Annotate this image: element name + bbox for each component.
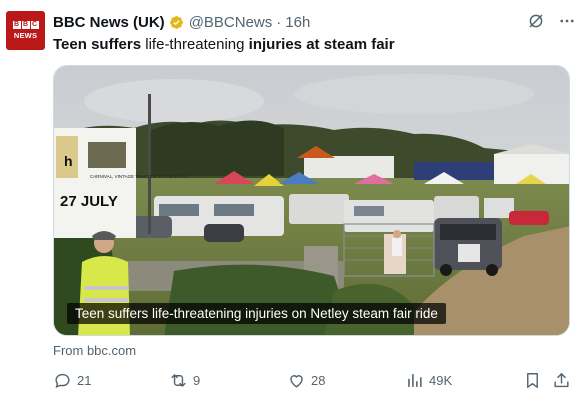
grok-icon[interactable] xyxy=(527,12,545,30)
tweet-text-part: life xyxy=(145,36,165,53)
tweet-text-part: Teen suffers xyxy=(53,36,146,53)
bookmark-button[interactable] xyxy=(523,371,547,390)
media-caption: Teen suffers life-threatening injuries o… xyxy=(67,303,446,324)
link-source[interactable]: From bbc.com xyxy=(53,343,136,358)
tweet-text-part: injuries at steam fair xyxy=(248,36,395,53)
like-button[interactable]: 28 xyxy=(287,371,325,390)
views-count: 49K xyxy=(429,373,453,388)
reply-button[interactable]: 21 xyxy=(53,371,91,390)
reply-count: 21 xyxy=(77,373,92,388)
tweet-media-image[interactable]: h CARNIVAL, VINTAGE TRACTOR STEAM RALLY … xyxy=(53,65,570,336)
more-options-icon[interactable] xyxy=(558,12,576,30)
logo-news-text: NEWS xyxy=(13,31,38,40)
retweet-button[interactable]: 9 xyxy=(169,371,200,390)
verified-badge-icon xyxy=(169,15,183,29)
author-name[interactable]: BBC News (UK) xyxy=(53,14,165,31)
author-handle[interactable]: @BBCNews xyxy=(189,14,273,31)
views-button[interactable]: 49K xyxy=(405,371,452,390)
heart-icon xyxy=(290,375,303,388)
reply-icon xyxy=(55,373,70,389)
sign-date-text: 27 JULY xyxy=(60,193,118,210)
share-button[interactable] xyxy=(552,371,576,390)
tweet-header: BBC News (UK) @BBCNews · 16h xyxy=(53,12,310,32)
tweet-actions: 21 9 28 49K xyxy=(53,371,573,391)
logo-letter: B xyxy=(21,21,30,29)
logo-letter: C xyxy=(30,21,39,29)
tweet-text-part: -threatening xyxy=(164,36,249,53)
retweet-count: 9 xyxy=(193,373,201,388)
logo-letter: B xyxy=(12,21,21,29)
sign-event-text: CARNIVAL, VINTAGE TRACTOR STEAM RALLY xyxy=(90,174,189,179)
retweet-icon xyxy=(171,374,186,387)
bbc-logo: B B C xyxy=(12,21,39,29)
separator-dot: · xyxy=(276,13,282,31)
tweet-text: Teen suffers life-threatening injuries a… xyxy=(53,36,395,54)
avatar[interactable]: B B C NEWS xyxy=(6,11,45,50)
like-count: 28 xyxy=(311,373,326,388)
share-icon xyxy=(554,373,569,388)
steam-fair-photo: h CARNIVAL, VINTAGE TRACTOR STEAM RALLY … xyxy=(54,66,569,335)
timestamp[interactable]: 16h xyxy=(285,14,310,31)
views-chart-icon xyxy=(408,374,422,387)
sign-partial-text: h xyxy=(64,153,73,169)
bookmark-icon xyxy=(527,373,538,388)
